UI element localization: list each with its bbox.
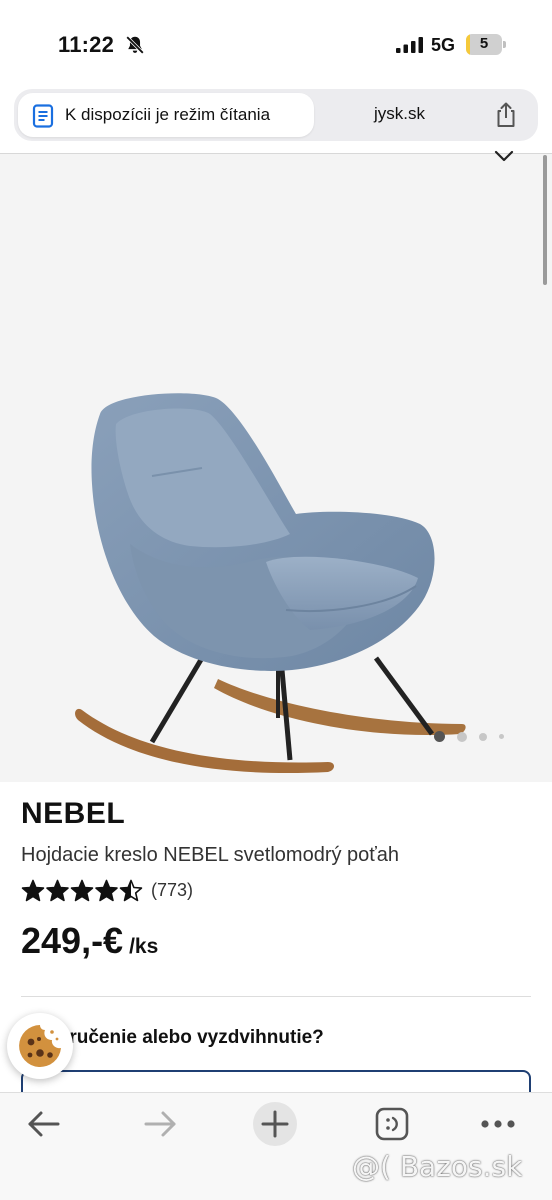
- product-description: Hojdacie kreslo NEBEL svetlomodrý poťah: [21, 844, 400, 866]
- product-photo: [75, 393, 466, 774]
- new-tab-icon[interactable]: [252, 1101, 298, 1147]
- carousel-dot-active[interactable]: [434, 731, 445, 742]
- share-icon[interactable]: [494, 101, 518, 129]
- rating-star: [46, 879, 69, 902]
- battery-cap: [503, 41, 506, 48]
- reader-mode-icon: [32, 104, 54, 128]
- network-type: 5G: [431, 35, 456, 55]
- back-arrow-icon[interactable]: [26, 1109, 62, 1139]
- review-count[interactable]: (773): [151, 880, 193, 901]
- address-bar[interactable]: K dispozícii je režim čítania jysk.sk: [14, 89, 538, 141]
- price-unit: /ks: [129, 935, 159, 958]
- delivery-heading: Doručenie alebo vyzdvihnutie?: [44, 1027, 324, 1048]
- reader-mode-button[interactable]: K dispozícii je režim čítania: [18, 93, 314, 137]
- cookie-icon: [19, 1025, 61, 1067]
- price-value: 249,-€: [21, 920, 124, 961]
- price-row: 249,-€/ks: [21, 920, 158, 962]
- rating-star: [95, 879, 118, 902]
- carousel-dot[interactable]: [479, 732, 487, 741]
- rating-star: [70, 879, 94, 902]
- carousel-dot[interactable]: [457, 731, 467, 742]
- section-divider: [21, 996, 531, 997]
- reader-mode-label: K dispozícii je režim čítania: [65, 105, 271, 124]
- signal-icon: [396, 37, 423, 53]
- carousel-dots[interactable]: [434, 731, 504, 742]
- rating-stars[interactable]: [21, 879, 145, 903]
- product-image-gallery[interactable]: [0, 150, 552, 782]
- rating-star: [21, 879, 45, 902]
- status-bar: 11:22 5G 5: [0, 0, 552, 84]
- status-time: 11:22: [58, 32, 115, 57]
- scrollbar[interactable]: [543, 155, 547, 285]
- url-domain[interactable]: jysk.sk: [374, 104, 425, 124]
- chevron-down-icon[interactable]: [494, 150, 514, 164]
- battery-level: 5: [479, 35, 489, 52]
- tabs-icon[interactable]: [375, 1107, 409, 1141]
- battery-icon: 5: [466, 34, 502, 55]
- more-icon[interactable]: [480, 1119, 516, 1129]
- carousel-dot[interactable]: [499, 734, 504, 739]
- forward-arrow-icon[interactable]: [142, 1109, 178, 1139]
- watermark: @( Bazos.sk: [352, 1150, 523, 1183]
- cookie-settings-button[interactable]: [7, 1013, 73, 1079]
- product-name: NEBEL: [21, 797, 126, 830]
- bell-slash-icon: [126, 36, 144, 54]
